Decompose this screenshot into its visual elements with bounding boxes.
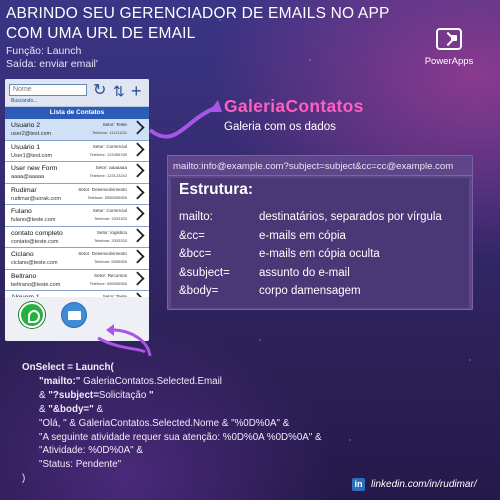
code-subject: "?subject=: [48, 389, 99, 401]
param-key: &body=: [179, 285, 219, 297]
code-quote: ": [146, 389, 154, 401]
code-subject-value: Solicitação: [98, 389, 147, 401]
code-email-field: GaleriaContatos.Selected.Email: [80, 375, 222, 387]
code-line-6: "A seguinte atividade requer sua atenção…: [39, 431, 322, 443]
linkedin-icon: in: [352, 478, 365, 491]
gallery-arrow-icon: [148, 106, 216, 139]
code-line-1: OnSelect = Launch(: [22, 362, 114, 373]
code-amp-2: &: [39, 403, 49, 415]
gallery-name: GaleriaContatos: [224, 96, 364, 116]
param-key: &bcc=: [179, 248, 212, 260]
param-key: &subject=: [179, 266, 230, 279]
param-description: destinatários, separados por vírgula: [259, 211, 442, 223]
structure-item: &cc= e-mails em cópia: [179, 229, 346, 243]
code-line-8: "Status: Pendente": [39, 459, 122, 471]
param-description: corpo damensagem: [259, 285, 361, 297]
param-description: e-mails em cópia oculta: [259, 248, 380, 260]
param-key: mailto:: [179, 211, 213, 223]
divider: [168, 175, 472, 176]
mailto-example-url: mailto:info@example.com?subject=subject&…: [173, 161, 454, 172]
param-description: e-mails em cópia: [259, 229, 346, 242]
structure-item: mailto: destinatários, separados por vírg…: [179, 210, 442, 224]
linkedin-link[interactable]: in linkedin.com/in/rudimar/: [352, 478, 477, 491]
code-arrow-head: [106, 324, 114, 336]
code-body: "&body=": [48, 403, 94, 415]
structure-item: &bcc= e-mails em cópia oculta: [179, 247, 380, 261]
gallery-description: Galeria com os dados: [224, 121, 336, 133]
onselect-code: OnSelect = Launch( "mailto:" GaleriaCont…: [22, 361, 322, 486]
gallery-arrow-head: [209, 100, 222, 112]
code-concat: &: [93, 403, 104, 415]
param-key: &cc=: [179, 229, 205, 242]
structure-item: &body= corpo damensagem: [179, 284, 361, 298]
code-line-5: "Olá, " & GaleriaContatos.Selected.Nome …: [39, 417, 290, 429]
param-description: assunto do e-mail: [259, 266, 350, 279]
code-mailto: "mailto:": [39, 375, 81, 387]
code-line-9: ): [22, 473, 26, 485]
code-arrow-icon: [97, 336, 146, 354]
structure-heading: Estrutura:: [179, 181, 254, 198]
code-amp: &: [39, 389, 49, 401]
linkedin-url[interactable]: linkedin.com/in/rudimar/: [371, 479, 477, 490]
structure-item: &subject= assunto do e-mail: [179, 266, 350, 280]
code-line-7: "Atividade: %0D%0A" &: [39, 445, 143, 457]
